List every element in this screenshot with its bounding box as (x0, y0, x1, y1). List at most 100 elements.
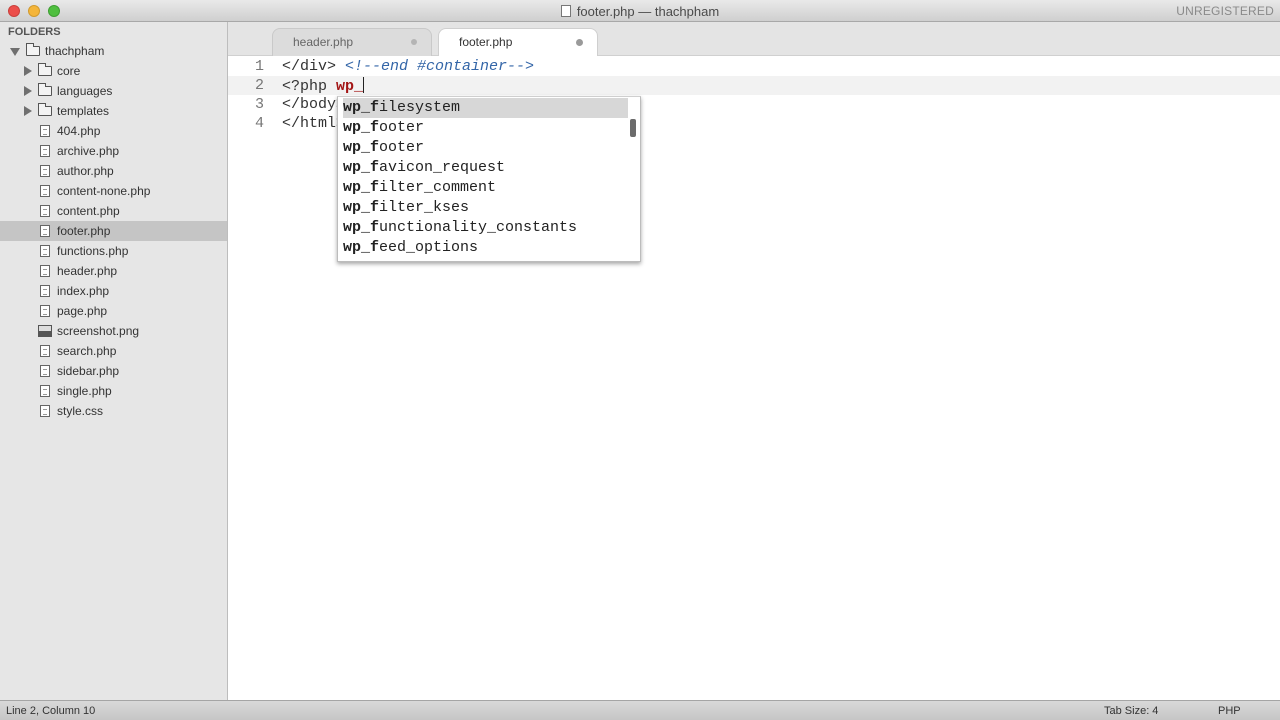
tree-file-functions[interactable]: functions.php (0, 241, 227, 261)
tree-file-sidebar[interactable]: sidebar.php (0, 361, 227, 381)
code-tag: </body> (282, 96, 346, 113)
autocomplete-rest: ooter (379, 139, 425, 156)
document-icon (560, 5, 571, 17)
autocomplete-item[interactable]: wp_feed_options (343, 238, 628, 258)
line-number: 1 (254, 58, 264, 75)
autocomplete-item[interactable]: wp_favicon_request (343, 158, 628, 178)
tree-label: style.css (57, 404, 104, 418)
file-icon (40, 345, 50, 357)
tree-label: author.php (57, 164, 114, 178)
code-php-open: <?php (282, 78, 337, 95)
code-line-1[interactable]: </div> <!--end #container--> (282, 58, 534, 75)
disclosure-closed-icon[interactable] (24, 66, 32, 76)
tree-file-content-none[interactable]: content-none.php (0, 181, 227, 201)
syntax-selector[interactable]: PHP (1218, 701, 1241, 720)
tree-label: archive.php (57, 144, 120, 158)
line-number: 3 (254, 96, 264, 113)
sidebar-header: FOLDERS (8, 26, 61, 38)
tree-file-page[interactable]: page.php (0, 301, 227, 321)
tab-label: footer.php (459, 35, 513, 49)
tab-size-selector[interactable]: Tab Size: 4 (1104, 701, 1158, 720)
tree-file-404[interactable]: 404.php (0, 121, 227, 141)
tree-label: header.php (57, 264, 118, 278)
autocomplete-item[interactable]: wp_footer (343, 118, 628, 138)
autocomplete-rest: ilter_kses (379, 199, 470, 216)
tree-file-archive[interactable]: archive.php (0, 141, 227, 161)
tree-file-single[interactable]: single.php (0, 381, 227, 401)
status-bar: Line 2, Column 10 Tab Size: 4 PHP (0, 700, 1280, 720)
autocomplete-item[interactable]: wp_filter_kses (343, 198, 628, 218)
code-tag: </html> (282, 115, 346, 132)
tree-label: content.php (57, 204, 120, 218)
tree-file-footer[interactable]: footer.php (0, 221, 227, 241)
tab-bar: header.php footer.php (228, 22, 1280, 56)
line-number: 4 (254, 115, 264, 132)
autocomplete-match: wp_f (343, 199, 380, 216)
text-cursor (363, 77, 365, 93)
disclosure-closed-icon[interactable] (24, 86, 32, 96)
autocomplete-item[interactable]: wp_functionality_constants (343, 218, 628, 238)
tree-label: footer.php (57, 224, 111, 238)
autocomplete-match: wp_f (343, 159, 380, 176)
tab-modified-icon[interactable] (576, 39, 583, 46)
window-title: footer.php — thachpham (0, 4, 1280, 19)
autocomplete-match: wp_f (343, 179, 380, 196)
autocomplete-popup[interactable]: wp_filesystem wp_footer wp_footer wp_fav… (337, 96, 641, 262)
tab-header-php[interactable]: header.php (272, 28, 432, 56)
file-icon (40, 365, 50, 377)
file-icon (40, 285, 50, 297)
folder-icon (38, 63, 52, 76)
tree-file-content[interactable]: content.php (0, 201, 227, 221)
tree-folder-core[interactable]: core (0, 61, 227, 81)
tree-project-folder[interactable]: thachpham (0, 41, 227, 61)
code-comment: <!--end #container--> (345, 58, 535, 75)
tree-folder-languages[interactable]: languages (0, 81, 227, 101)
file-icon (40, 305, 50, 317)
tree-label: templates (57, 104, 110, 118)
image-file-icon (38, 325, 52, 337)
line-number: 2 (254, 77, 264, 94)
tab-footer-php[interactable]: footer.php (438, 28, 598, 56)
sidebar: FOLDERS thachpham core languages templat… (0, 22, 228, 700)
autocomplete-rest: eed_options (379, 239, 479, 256)
tab-close-icon[interactable] (411, 39, 417, 45)
autocomplete-rest: ilter_comment (379, 179, 497, 196)
tree-file-search[interactable]: search.php (0, 341, 227, 361)
tree-file-header[interactable]: header.php (0, 261, 227, 281)
autocomplete-scrollbar[interactable] (630, 119, 636, 137)
file-icon (40, 405, 50, 417)
file-icon (40, 225, 50, 237)
tree-label: thachpham (45, 44, 105, 58)
autocomplete-item[interactable]: wp_footer (343, 138, 628, 158)
cursor-position: Line 2, Column 10 (6, 705, 96, 717)
tree-folder-templates[interactable]: templates (0, 101, 227, 121)
tree-file-index[interactable]: index.php (0, 281, 227, 301)
current-line-highlight (228, 76, 1280, 95)
file-icon (40, 125, 50, 137)
tree-file-author[interactable]: author.php (0, 161, 227, 181)
file-icon (40, 185, 50, 197)
tree-label: search.php (57, 344, 117, 358)
file-icon (40, 385, 50, 397)
autocomplete-item[interactable]: wp_filter_comment (343, 178, 628, 198)
autocomplete-match: wp_f (343, 139, 380, 156)
folder-open-icon (26, 43, 40, 56)
autocomplete-item[interactable]: wp_filesystem (343, 98, 628, 118)
code-line-4[interactable]: </html> (282, 115, 345, 132)
file-icon (40, 205, 50, 217)
code-line-3[interactable]: </body> (282, 96, 345, 113)
tree-label: 404.php (57, 124, 101, 138)
code-line-2[interactable]: <?php wp_ (282, 77, 365, 95)
folder-icon (38, 103, 52, 116)
title-bar: footer.php — thachpham UNREGISTERED (0, 0, 1280, 22)
unregistered-label: UNREGISTERED (1176, 4, 1274, 18)
file-icon (40, 245, 50, 257)
autocomplete-rest: ooter (379, 119, 425, 136)
disclosure-closed-icon[interactable] (24, 106, 32, 116)
tree-label: content-none.php (57, 184, 151, 198)
disclosure-open-icon[interactable] (10, 48, 20, 56)
tab-label: header.php (293, 35, 354, 49)
tree-file-style[interactable]: style.css (0, 401, 227, 421)
autocomplete-match: wp_f (343, 99, 380, 116)
tree-file-screenshot[interactable]: screenshot.png (0, 321, 227, 341)
